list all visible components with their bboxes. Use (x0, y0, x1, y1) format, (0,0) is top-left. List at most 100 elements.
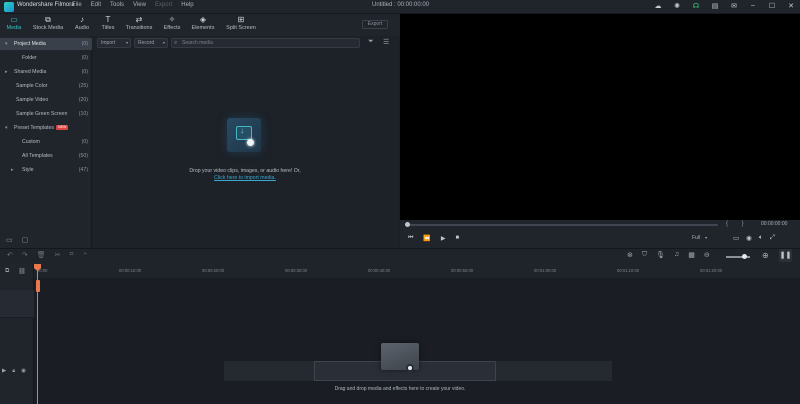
filter-icon[interactable]: ⏷ (368, 38, 374, 46)
import-media-button[interactable]: ↓ (227, 118, 261, 152)
quality-label: Full (692, 235, 701, 241)
sidebar-item-sample-color[interactable]: Sample Color (25) (0, 80, 92, 92)
zoom-out-icon[interactable]: ⊖ (704, 251, 710, 259)
tab-effects[interactable]: ✧ Effects (161, 15, 183, 35)
link-icon[interactable]: ⛓ (18, 268, 26, 275)
display-icon[interactable]: ▭ (733, 234, 739, 242)
chevron-down-icon: ▾ (162, 40, 165, 45)
cut-icon[interactable]: ✂ (55, 251, 61, 259)
sidebar-item-folder[interactable]: Folder (0) (0, 52, 92, 64)
menu-view[interactable]: View (133, 2, 146, 8)
window-controls: ☁ ✺ ☊ ▤ ✉ – ☐ ✕ (653, 2, 796, 10)
ruler-tick: 00:01:00:00 (534, 268, 557, 273)
menu-help[interactable]: Help (181, 2, 193, 8)
track-header-video (0, 290, 34, 318)
scrubber-knob[interactable] (405, 222, 410, 227)
delete-icon[interactable]: 🗑︎ (37, 251, 46, 259)
save-icon[interactable]: ▤ (710, 2, 720, 10)
preview-right-controls: ▭ ◉ 🔈︎ ⤢ (733, 234, 775, 242)
timeline-ruler[interactable] (34, 264, 800, 278)
import-media-link[interactable]: Click here to import media. (140, 175, 350, 181)
mark-in-out[interactable]: { } (726, 221, 750, 227)
export-button[interactable]: Export (362, 20, 388, 29)
tab-split-screen[interactable]: ⊞ Split Screen (224, 15, 258, 35)
redo-icon[interactable]: ↷ (22, 251, 28, 259)
sidebar-item-count: (0) (81, 41, 88, 47)
chevron-right-icon: ▸ (11, 167, 14, 173)
sidebar-item-custom[interactable]: Custom (0) (0, 136, 92, 148)
ruler-tick: 00:00:40:00 (368, 268, 391, 273)
audio-mix-icon[interactable]: ♫ (674, 251, 679, 259)
new-folder-icon[interactable]: ▭ (6, 236, 13, 244)
add-track-icon[interactable]: ⧉ (5, 268, 9, 275)
filmora-logo-icon (4, 2, 14, 12)
maximize-icon[interactable]: ☐ (767, 2, 777, 10)
preview-scrubber[interactable] (405, 222, 718, 227)
sidebar-item-preset-templates[interactable]: ▾ Preset Templates NEW (0, 122, 92, 134)
app-name: Wondershare Filmora (17, 2, 75, 8)
playhead[interactable] (34, 264, 41, 404)
import-dropdown[interactable]: Import ▾ (97, 38, 131, 48)
pause-button[interactable]: ❚❚ (779, 249, 792, 262)
menu-edit[interactable]: Edit (91, 2, 101, 8)
lock-icon[interactable]: 🔒︎ (12, 368, 15, 375)
sidebar-item-all-templates[interactable]: All Templates (50) (0, 150, 92, 162)
minimize-icon[interactable]: – (748, 2, 758, 10)
menu-tools[interactable]: Tools (110, 2, 124, 8)
video-camera-icon[interactable]: ▶ (2, 368, 6, 375)
notification-icon[interactable]: ✉ (729, 2, 739, 10)
tab-stock-media[interactable]: ⧉ Stock Media (32, 15, 64, 35)
timeline-drop-hint: Drag and drop media and effects here to … (334, 386, 466, 392)
menu-export[interactable]: Export (155, 2, 172, 8)
cloud-icon[interactable]: ☁ (653, 2, 663, 10)
bulb-icon[interactable]: ✺ (672, 2, 682, 10)
shield-icon[interactable]: ⛉ (642, 251, 647, 259)
headset-icon[interactable]: ☊ (691, 2, 701, 10)
crop-icon[interactable]: ⌗ (70, 251, 74, 259)
eye-icon[interactable]: ◉ (21, 368, 26, 375)
media-toolbar: Import ▾ Record ▾ ⌕ Search media ⏷ ☰ (97, 38, 395, 48)
sidebar-item-count: (25) (78, 83, 88, 89)
render-icon[interactable]: ⊛ (627, 251, 633, 259)
menu-file[interactable]: File (72, 2, 82, 8)
chevron-down-icon: ▾ (5, 41, 8, 47)
close-icon[interactable]: ✕ (786, 2, 796, 10)
tab-split-screen-label: Split Screen (226, 25, 256, 31)
step-back-icon[interactable]: ⏪ (423, 235, 430, 242)
tab-media[interactable]: ▭ Media (4, 15, 24, 37)
snapshot-icon[interactable]: ◉ (746, 234, 752, 242)
sidebar-item-sample-video[interactable]: Sample Video (20) (0, 94, 92, 106)
skip-back-icon[interactable]: ⏮ (408, 235, 413, 242)
list-view-icon[interactable]: ☰ (383, 38, 389, 46)
zoom-slider[interactable] (726, 254, 750, 259)
chevron-down-icon: ▾ (705, 235, 708, 240)
play-icon[interactable]: ▶ (441, 235, 446, 242)
tab-audio[interactable]: ♪ Audio (72, 15, 92, 35)
sidebar-item-label: Style (22, 167, 34, 173)
microphone-icon[interactable]: 🎙︎ (656, 251, 665, 259)
sidebar-item-count: (47) (78, 167, 88, 173)
zoom-in-icon[interactable]: ⊕ (762, 251, 769, 260)
undo-icon[interactable]: ↶ (7, 251, 13, 259)
quality-dropdown[interactable]: Full ▾ (692, 235, 707, 241)
tab-elements[interactable]: ◈ Elements (190, 15, 216, 35)
folder-icon[interactable]: ▢ (22, 236, 29, 244)
tab-transitions[interactable]: ⇄ Transitions (124, 15, 154, 35)
tab-titles-label: Titles (101, 25, 115, 31)
zoom-slider-knob[interactable] (742, 254, 747, 259)
search-input[interactable]: ⌕ Search media (171, 38, 360, 48)
music-note-icon: ♪ (80, 15, 84, 24)
speed-icon[interactable]: ◔ (82, 251, 86, 259)
stop-icon[interactable]: ■ (456, 235, 460, 242)
tab-titles[interactable]: T Titles (99, 15, 117, 35)
sidebar-item-style[interactable]: ▸ Style (47) (0, 164, 92, 176)
sidebar-item-shared-media[interactable]: ▸ Shared Media (0) (0, 66, 92, 78)
folder-icon: ▭ (10, 15, 18, 24)
tab-audio-label: Audio (74, 25, 90, 31)
sidebar-item-sample-green-screen[interactable]: Sample Green Screen (10) (0, 108, 92, 120)
volume-icon[interactable]: 🔈︎ (759, 234, 763, 242)
grid-icon[interactable]: ▦ (688, 251, 695, 259)
record-dropdown[interactable]: Record ▾ (134, 38, 168, 48)
fullscreen-icon[interactable]: ⤢ (770, 234, 775, 242)
sidebar-item-project-media[interactable]: ▾ Project Media (0) (0, 38, 92, 50)
